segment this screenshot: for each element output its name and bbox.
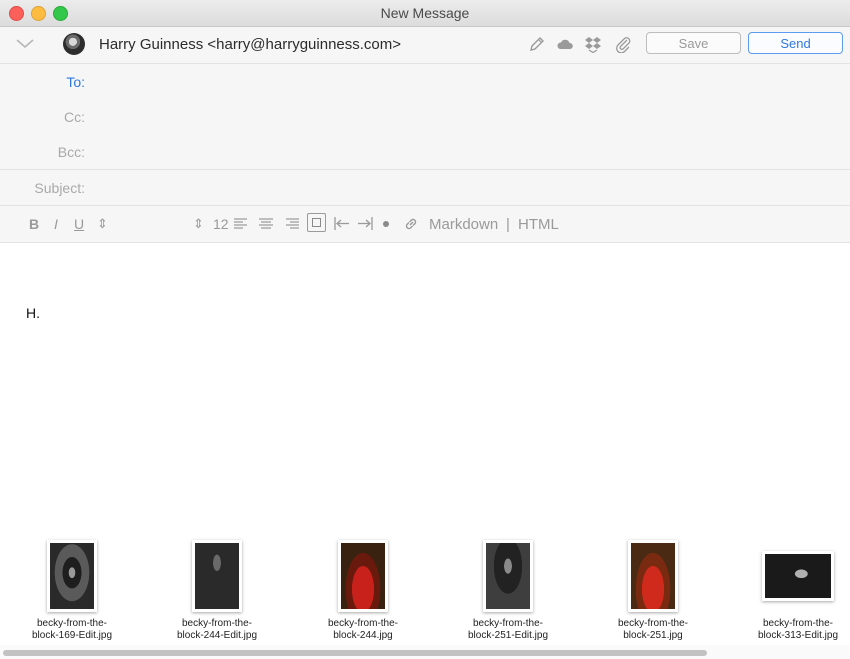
attachment-thumbnail[interactable] [483, 540, 533, 612]
compose-window: New Message Harry Guinness <harry@harryg… [0, 0, 850, 659]
photo-image [631, 543, 675, 609]
pencil-icon[interactable] [528, 35, 546, 53]
attachment-item[interactable]: becky-from-the-block-251.jpg [583, 540, 723, 642]
bcc-label: Bcc: [57, 144, 85, 160]
subject-label: Subject: [34, 180, 85, 196]
attachment-item[interactable]: becky-from-the-block-244.jpg [293, 540, 433, 642]
attachment-thumbnail[interactable] [192, 540, 242, 612]
paperclip-icon[interactable] [614, 35, 632, 53]
block-quote-icon[interactable] [307, 213, 326, 232]
attachment-item[interactable]: becky-from-the-block-244-Edit.jpg [147, 540, 287, 642]
align-right-icon[interactable] [285, 218, 299, 230]
attachment-item[interactable]: becky-from-the-block-251-Edit.jpg [438, 540, 578, 642]
outdent-icon[interactable] [334, 217, 350, 230]
indent-icon[interactable] [357, 217, 373, 230]
attachment-thumbnail[interactable] [47, 540, 97, 612]
attachment-thumbnail[interactable] [762, 551, 834, 601]
dropbox-icon[interactable] [584, 35, 602, 53]
photo-image [765, 554, 831, 598]
cc-field[interactable] [95, 103, 839, 131]
align-left-icon[interactable] [234, 218, 248, 230]
cloud-icon[interactable] [556, 35, 574, 53]
photo-image [486, 543, 530, 609]
photo-image [341, 543, 385, 609]
markdown-mode-button[interactable]: Markdown [429, 216, 498, 233]
photo-image [195, 543, 239, 609]
to-field[interactable] [95, 68, 839, 96]
underline-button[interactable]: U [74, 216, 84, 232]
to-label: To: [66, 74, 85, 90]
italic-button[interactable]: I [54, 216, 58, 232]
font-size-value[interactable]: 12 [213, 216, 229, 232]
attachment-thumbnail[interactable] [628, 540, 678, 612]
attachments-scrollbar[interactable] [0, 645, 850, 659]
avatar [63, 33, 85, 55]
from-row: Harry Guinness <harry@harryguinness.com>… [0, 27, 850, 64]
to-row: To: [0, 64, 850, 100]
photo-image [50, 543, 94, 609]
link-icon[interactable] [403, 216, 419, 232]
title-bar: New Message [0, 0, 850, 27]
save-button[interactable]: Save [646, 32, 741, 54]
bcc-row: Bcc: [0, 134, 850, 170]
subject-field[interactable] [95, 174, 839, 202]
attachment-name: becky-from-the-block-244.jpg [327, 618, 398, 641]
chevron-down-icon[interactable] [16, 39, 34, 49]
font-style-stepper[interactable]: ⇕ [97, 216, 108, 232]
html-mode-button[interactable]: HTML [518, 216, 559, 233]
scrollbar-thumb[interactable] [3, 650, 707, 656]
from-sender[interactable]: Harry Guinness <harry@harryguinness.com> [99, 36, 401, 53]
attachment-name: becky-from-the-block-251-Edit.jpg [467, 618, 549, 641]
attachment-thumbnail[interactable] [338, 540, 388, 612]
bcc-field[interactable] [95, 138, 839, 166]
attachment-item[interactable]: becky-from-the-block-169-Edit.jpg [2, 540, 142, 642]
bullet-list-icon[interactable] [382, 220, 390, 228]
cc-row: Cc: [0, 99, 850, 135]
mode-separator: | [506, 216, 510, 233]
format-toolbar: B I U ⇕ ⇕ 12 Markdown | HTML [0, 206, 850, 243]
attachment-name: becky-from-the-block-169-Edit.jpg [31, 618, 113, 641]
cc-label: Cc: [64, 109, 85, 125]
attachment-item[interactable]: becky-from-the-block-313-Edit.jpg [728, 551, 850, 642]
bold-button[interactable]: B [29, 216, 39, 232]
window-title: New Message [380, 5, 470, 21]
attachment-name: becky-from-the-block-244-Edit.jpg [176, 618, 258, 641]
font-size-stepper[interactable]: ⇕ [193, 216, 204, 232]
attachment-name: becky-from-the-block-251.jpg [617, 618, 688, 641]
attachment-name: becky-from-the-block-313-Edit.jpg [757, 618, 839, 641]
subject-row: Subject: [0, 170, 850, 206]
send-button[interactable]: Send [748, 32, 843, 54]
message-body-text[interactable]: H. [26, 305, 40, 321]
message-body[interactable]: H. [0, 243, 850, 533]
align-center-icon[interactable] [259, 218, 273, 230]
